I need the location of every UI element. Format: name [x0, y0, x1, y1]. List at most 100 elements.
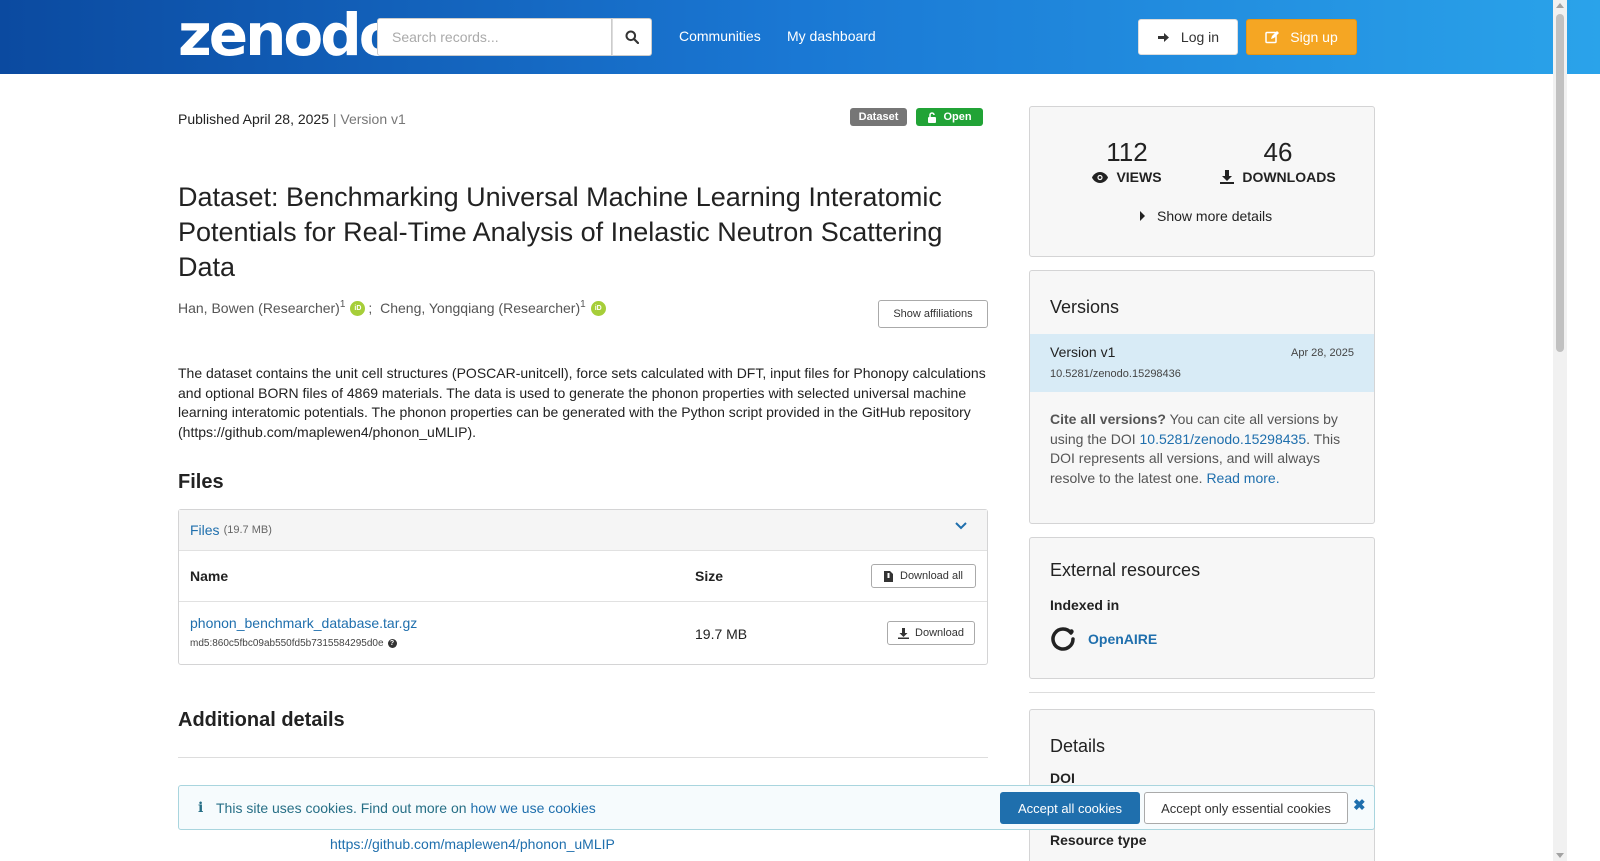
resource-type-badge: Dataset	[850, 108, 907, 126]
concept-doi-link[interactable]: 10.5281/zenodo.15298435	[1140, 431, 1307, 447]
resource-type-label: Dataset	[858, 111, 899, 123]
download-label: Download	[915, 627, 964, 639]
views-label: VIEWS	[1116, 169, 1162, 185]
edit-icon	[1265, 31, 1280, 44]
version-item[interactable]: Version v1 Apr 28, 2025 10.5281/zenodo.1…	[1030, 334, 1374, 392]
search-button[interactable]	[612, 18, 652, 56]
indexed-in-label: Indexed in	[1050, 597, 1120, 613]
caret-right-icon	[1140, 211, 1145, 221]
publication-info: Published April 28, 2025 | Version v1	[178, 111, 406, 127]
views-count: 112	[1106, 137, 1148, 167]
affiliation-marker: 1	[339, 298, 346, 310]
openaire-label: OpenAIRE	[1088, 631, 1158, 647]
divider	[178, 757, 988, 758]
signup-label: Sign up	[1290, 29, 1338, 45]
external-resources-title: External resources	[1050, 560, 1201, 580]
signup-button[interactable]: Sign up	[1246, 19, 1357, 55]
download-icon	[898, 627, 910, 639]
version-doi: 10.5281/zenodo.15298436	[1050, 368, 1181, 380]
published-date: Published April 28, 2025	[178, 111, 329, 127]
authors-list: Han, Bowen (Researcher) 1 iD; Cheng, Yong…	[178, 298, 609, 316]
record-description: The dataset contains the unit cell struc…	[178, 365, 986, 440]
openaire-link[interactable]: OpenAIRE	[1050, 626, 1157, 652]
stats-card: 112 VIEWS 46 DOWNLOADS Show more details	[1029, 106, 1375, 257]
login-button[interactable]: Log in	[1138, 19, 1238, 55]
files-table-header: Name Size Download all	[179, 551, 987, 602]
close-icon[interactable]: ✖	[1353, 796, 1366, 814]
versions-card: Versions Version v1 Apr 28, 2025 10.5281…	[1029, 270, 1375, 524]
files-panel-label: Files	[190, 522, 220, 538]
help-icon[interactable]: ?	[387, 639, 397, 648]
cite-question: Cite all versions?	[1050, 411, 1166, 427]
show-affiliations-button[interactable]: Show affiliations	[878, 300, 988, 328]
sidebar-divider	[1029, 692, 1375, 693]
downloads-label: DOWNLOADS	[1242, 169, 1336, 185]
file-checksum: md5:860c5fbc09ab550fd5b7315584295d0e ?	[190, 638, 397, 649]
downloads-count: 46	[1263, 137, 1293, 167]
external-resources-card: External resources Indexed in OpenAIRE	[1029, 537, 1375, 679]
cookie-policy-link[interactable]: how we use cookies	[470, 800, 595, 816]
openaire-icon	[1051, 627, 1075, 651]
nav-my-dashboard[interactable]: My dashboard	[787, 28, 876, 44]
versions-title: Versions	[1050, 297, 1120, 317]
md5-text: md5:860c5fbc09ab550fd5b7315584295d0e	[190, 638, 384, 649]
info-icon: i	[198, 800, 204, 816]
cookie-text: This site uses cookies. Find out more on	[216, 800, 471, 816]
details-doi-label: DOI	[1050, 770, 1075, 786]
accept-all-cookies-button[interactable]: Accept all cookies	[1000, 792, 1140, 824]
record-title: Dataset: Benchmarking Universal Machine …	[178, 182, 943, 282]
views-stat: 112 VIEWS	[1092, 137, 1162, 185]
download-all-label: Download all	[900, 570, 963, 582]
cookie-message: This site uses cookies. Find out more on…	[216, 800, 596, 816]
login-label: Log in	[1180, 29, 1220, 45]
additional-details-heading: Additional details	[178, 709, 345, 731]
show-more-label: Show more details	[1157, 208, 1273, 224]
search-input[interactable]	[377, 18, 612, 56]
show-more-details[interactable]: Show more details	[1140, 208, 1272, 224]
files-panel: Files (19.7 MB) Name Size Download all p…	[178, 509, 988, 665]
details-resource-type-label: Resource type	[1050, 832, 1147, 848]
related-link[interactable]: https://github.com/maplewen4/phonon_uMLI…	[330, 836, 615, 852]
orcid-icon[interactable]: iD	[590, 300, 606, 316]
accept-essential-cookies-button[interactable]: Accept only essential cookies	[1144, 792, 1348, 824]
column-size: Size	[695, 568, 724, 584]
scroll-down-arrow[interactable]	[1556, 853, 1564, 858]
affiliation-marker: 1	[580, 298, 586, 310]
unlock-icon	[928, 111, 937, 123]
download-icon	[1220, 170, 1235, 184]
sign-in-icon	[1157, 32, 1169, 42]
version-name: Version v1	[1050, 344, 1116, 360]
scroll-thumb[interactable]	[1556, 14, 1564, 352]
access-label: Open	[943, 111, 972, 123]
eye-icon	[1092, 171, 1109, 183]
archive-icon	[884, 570, 893, 582]
file-name-link[interactable]: phonon_benchmark_database.tar.gz	[190, 615, 417, 631]
read-more-link[interactable]: Read more.	[1206, 470, 1279, 486]
chevron-down-icon	[955, 522, 967, 530]
scroll-up-arrow[interactable]	[1556, 3, 1564, 8]
access-badge: Open	[916, 108, 983, 126]
files-heading: Files	[178, 471, 224, 493]
cookie-banner: i This site uses cookies. Find out more …	[178, 785, 1375, 830]
search-icon	[625, 30, 639, 44]
page-scrollbar[interactable]	[1553, 0, 1567, 861]
author-link[interactable]: Han, Bowen (Researcher)	[178, 300, 340, 316]
downloads-stat: 46 DOWNLOADS	[1220, 137, 1336, 185]
search-bar	[377, 18, 652, 56]
version-text: Version v1	[340, 111, 406, 127]
cite-all-versions: Cite all versions? You can cite all vers…	[1050, 410, 1356, 488]
author-link[interactable]: Cheng, Yongqiang (Researcher)	[380, 300, 580, 316]
file-row: phonon_benchmark_database.tar.gz md5:860…	[179, 602, 987, 664]
column-name: Name	[190, 568, 229, 584]
top-header: zenodo Communities My dashboard Log in S…	[0, 0, 1600, 74]
file-size: 19.7 MB	[695, 626, 748, 642]
download-all-button[interactable]: Download all	[871, 564, 976, 588]
download-file-button[interactable]: Download	[887, 621, 975, 645]
files-accordion-header[interactable]: Files (19.7 MB)	[179, 510, 987, 551]
zenodo-logo[interactable]: zenodo	[178, 6, 399, 64]
version-date: Apr 28, 2025	[1291, 347, 1354, 359]
nav-communities[interactable]: Communities	[679, 28, 761, 44]
files-total-size: (19.7 MB)	[223, 524, 272, 536]
orcid-icon[interactable]: iD	[350, 300, 366, 316]
details-title: Details	[1050, 736, 1106, 756]
